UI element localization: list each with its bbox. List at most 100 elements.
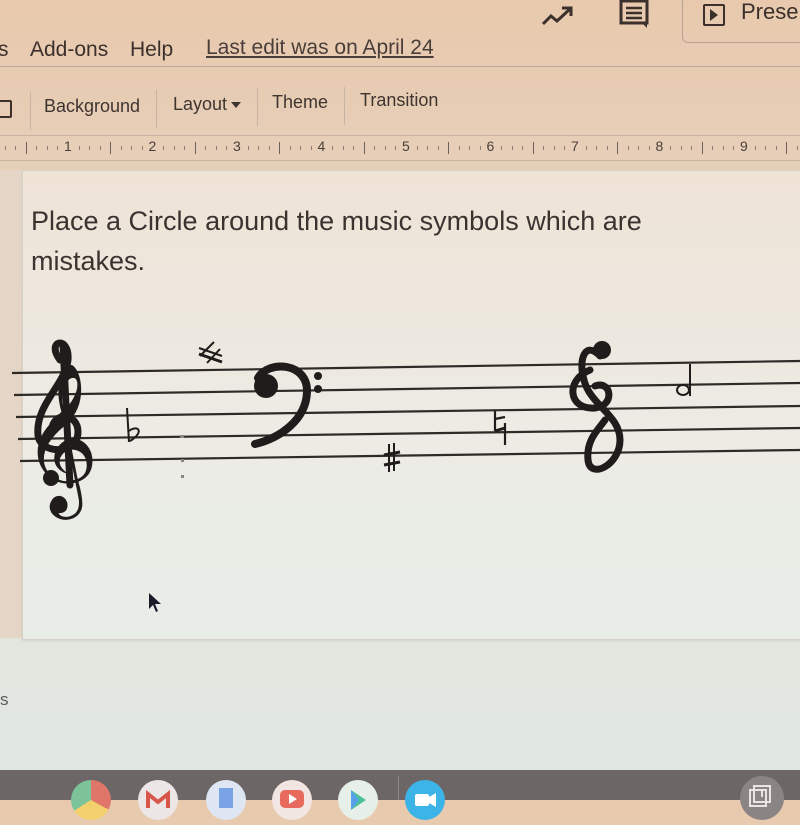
bass-clef-symbol: [251, 362, 322, 448]
ruler-tick: [638, 146, 640, 150]
ruler-tick: [564, 146, 566, 150]
ruler-tick: [701, 142, 703, 154]
ruler-tick: [712, 146, 714, 150]
slide-instruction-text[interactable]: Place a Circle around the music symbols …: [31, 201, 731, 281]
ruler-tick: [722, 146, 724, 150]
staff-line: [19, 448, 800, 463]
ruler-tick: [543, 146, 545, 150]
horizontal-ruler[interactable]: 1 2 3 4 5 6 7 8 9: [0, 135, 800, 161]
ruler-tick: [4, 146, 6, 150]
last-edit-link[interactable]: Last edit was on April 24: [206, 36, 434, 60]
ruler-tick: [25, 142, 27, 154]
ruler-number: 5: [402, 138, 410, 154]
ruler-tick: [670, 146, 672, 150]
ruler-tick: [131, 146, 133, 150]
natural-symbol: [493, 411, 507, 445]
meet-app-icon[interactable]: [405, 780, 445, 820]
ruler-tick: [226, 146, 228, 150]
faint-dots: [180, 435, 184, 478]
layout-dropdown[interactable]: Layout: [173, 94, 242, 115]
present-button[interactable]: Prese: [682, 0, 800, 43]
ruler-tick: [765, 146, 767, 150]
ruler-tick: [627, 146, 629, 150]
ruler-tick: [15, 146, 17, 150]
play-store-app-icon[interactable]: [338, 780, 378, 820]
ruler-tick: [553, 146, 555, 150]
ruler-tick: [332, 146, 334, 150]
ruler-tick: [501, 146, 503, 150]
side-panel-label: s: [0, 690, 9, 709]
youtube-app-icon[interactable]: [272, 780, 312, 820]
theme-button[interactable]: Theme: [272, 92, 328, 113]
ruler-tick: [279, 142, 281, 154]
ruler-tick: [395, 146, 397, 150]
ruler-tick: [46, 146, 48, 150]
ruler-number: 4: [317, 138, 326, 154]
ruler-tick: [184, 146, 186, 150]
ruler-number: 8: [655, 138, 664, 154]
ruler-tick: [416, 146, 418, 150]
treble-clef-dot: [43, 470, 59, 486]
chevron-down-icon: [231, 102, 242, 109]
ruler-tick: [458, 146, 460, 150]
ruler-tick: [300, 146, 302, 150]
docs-app-icon[interactable]: [206, 780, 246, 820]
toolbar-divider: [344, 87, 345, 125]
chrome-app-icon[interactable]: [71, 780, 111, 820]
gmail-app-icon[interactable]: [138, 780, 178, 820]
ruler-number: 3: [233, 138, 241, 154]
toolbar: Background Layout Theme Transition: [0, 82, 800, 132]
ruler-tick: [585, 146, 587, 150]
ruler-number: 2: [148, 138, 157, 154]
ruler-tick: [775, 146, 777, 150]
backwards-half-note: [676, 364, 691, 396]
ruler-tick: [511, 146, 513, 150]
screenshot-tray-icon[interactable]: [740, 776, 784, 820]
menu-item-add-ons[interactable]: Add-ons: [30, 38, 108, 62]
present-label: Prese: [741, 0, 799, 24]
ruler-number: 1: [64, 138, 72, 154]
ruler-tick: [258, 146, 260, 150]
sharp-above-staff: [198, 341, 223, 364]
menu-item-help[interactable]: Help: [130, 38, 173, 62]
ruler-number: 6: [486, 138, 495, 154]
ruler-tick: [247, 146, 249, 150]
background-button[interactable]: Background: [44, 96, 140, 117]
ruler-tick: [310, 146, 312, 150]
ruler-tick: [205, 146, 207, 150]
staff-line: [11, 359, 800, 375]
ruler-tick: [606, 146, 608, 150]
ruler-tick: [754, 146, 756, 150]
ruler-tick: [268, 146, 270, 150]
toolbar-divider: [156, 90, 157, 128]
ruler-tick: [532, 142, 534, 154]
comments-icon[interactable]: [618, 0, 652, 30]
ruler-tick: [796, 146, 798, 150]
ruler-tick: [648, 146, 650, 150]
new-slide-icon[interactable]: [0, 100, 12, 118]
toolbar-divider: [30, 92, 31, 130]
menu-bar: s Add-ons Help Last edit was on April 24: [0, 30, 800, 70]
mouse-cursor-icon: [149, 593, 161, 612]
staff-lines: [11, 359, 800, 463]
ruler-tick: [353, 146, 355, 150]
transition-button[interactable]: Transition: [360, 90, 438, 111]
ruler-tick: [786, 142, 788, 154]
ruler-tick: [289, 146, 291, 150]
menu-item-partial[interactable]: s: [0, 38, 9, 62]
shelf-divider: [398, 776, 399, 800]
ruler-number: 7: [571, 138, 579, 154]
ruler-tick: [448, 142, 450, 154]
present-play-icon: [703, 4, 725, 26]
os-shelf: [0, 770, 800, 820]
ruler-tick: [57, 146, 59, 150]
trending-icon[interactable]: [540, 4, 576, 28]
ruler-tick: [479, 146, 481, 150]
ruler-tick: [89, 146, 91, 150]
ruler-tick: [617, 142, 619, 154]
sharp-below-staff: [383, 443, 401, 472]
ruler-tick: [427, 146, 429, 150]
ruler-tick: [36, 146, 38, 150]
ruler-tick: [99, 146, 101, 150]
ruler-tick: [469, 146, 471, 150]
